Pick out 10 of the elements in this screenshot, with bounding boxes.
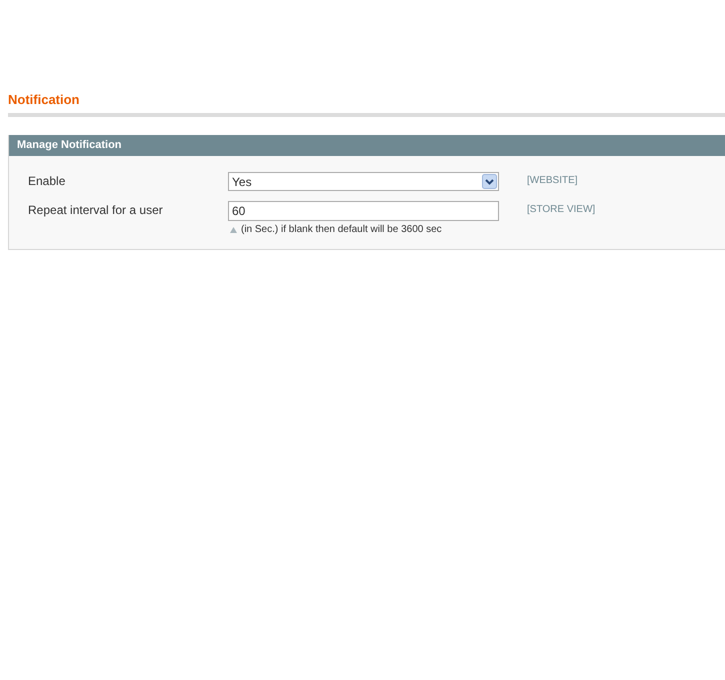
field-note: (in Sec.) if blank then default will be 3600 sec bbox=[241, 224, 442, 235]
section-title: Manage Notification bbox=[17, 139, 122, 151]
field-label: Enable bbox=[28, 173, 66, 190]
select-field[interactable]: Yes bbox=[228, 172, 499, 191]
scope-label: [WEBSITE] bbox=[527, 174, 578, 188]
scope-label: [STORE VIEW] bbox=[527, 203, 596, 217]
page-title: Notification bbox=[8, 91, 80, 109]
input-field[interactable]: 60 bbox=[228, 201, 499, 221]
field-label: Repeat interval for a user bbox=[28, 202, 164, 219]
triangle-icon bbox=[230, 226, 237, 232]
